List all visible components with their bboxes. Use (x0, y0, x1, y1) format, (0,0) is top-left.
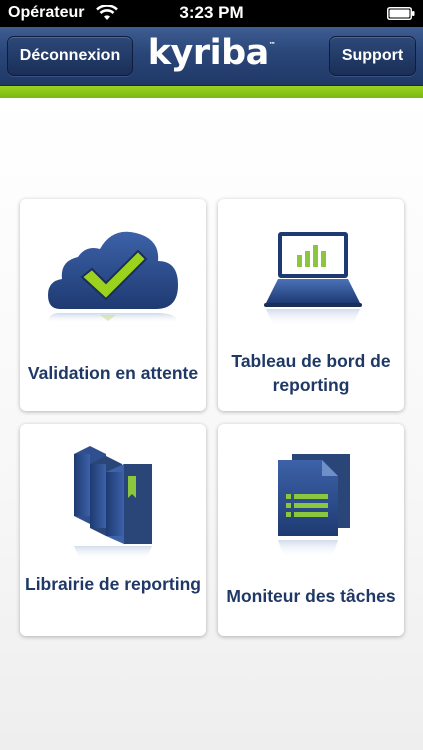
tile-library-label: Librairie de reporting (25, 574, 201, 594)
tile-library[interactable]: Librairie de reporting (20, 424, 206, 636)
clock: 3:23 PM (179, 3, 244, 22)
tile-task-monitor-label: Moniteur des tâches (226, 586, 396, 606)
brand-trademark: ™ (268, 41, 276, 49)
tile-validation[interactable]: Validation en attente (20, 199, 206, 411)
support-button[interactable]: Support (329, 36, 416, 76)
cloud-check-icon (48, 231, 178, 323)
nav-bar: Déconnexion kyriba™ Support (0, 27, 423, 86)
tile-validation-label: Validation en attente (27, 363, 199, 383)
books-icon (74, 446, 152, 560)
brand-name: kyriba (147, 33, 270, 73)
battery-icon (387, 7, 415, 20)
main-content: Validation en attente Tableau de bord de… (0, 98, 423, 750)
tile-dashboard[interactable]: Tableau de bord de reporting (218, 199, 404, 411)
documents-icon (278, 454, 350, 558)
tile-task-monitor[interactable]: Moniteur des tâches (218, 424, 404, 636)
status-bar: Opérateur 3:23 PM (0, 0, 423, 27)
laptop-chart-icon (264, 232, 362, 327)
accent-strip (0, 86, 423, 98)
tile-dashboard-label: Tableau de bord de reporting (231, 351, 391, 395)
